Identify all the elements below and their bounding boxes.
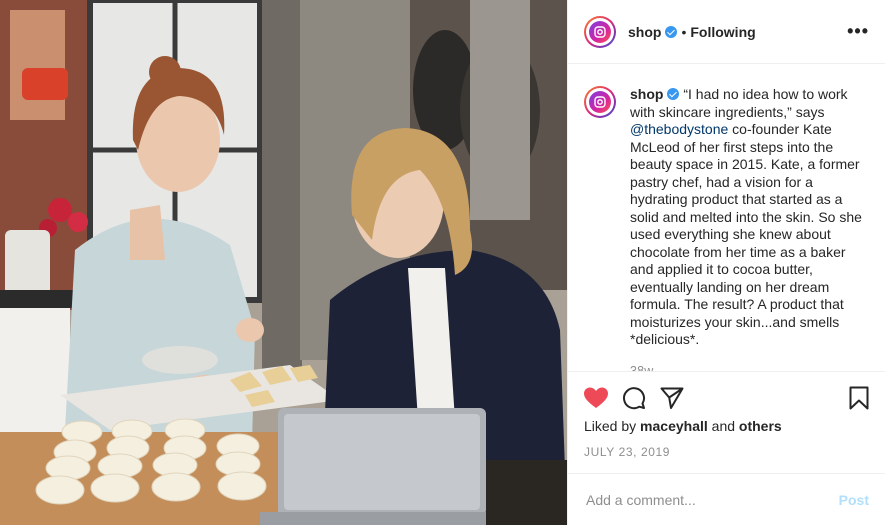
shop-logo-icon — [589, 91, 611, 113]
share-direct-icon[interactable] — [660, 387, 684, 409]
liked-by-and: and — [707, 418, 739, 434]
post-header: shop • Following ••• — [568, 0, 885, 64]
avatar[interactable] — [584, 15, 616, 48]
caption-text: shop “I had no idea how to work with ski… — [630, 86, 869, 349]
actions-section: Liked by maceyhall and others JULY 23, 2… — [568, 371, 885, 473]
comment-bar: Post — [568, 473, 885, 525]
post-photo[interactable] — [0, 0, 567, 525]
shop-logo-icon — [589, 20, 611, 43]
more-options-icon[interactable]: ••• — [847, 21, 869, 42]
post-date[interactable]: JULY 23, 2019 — [584, 445, 869, 459]
caption-username[interactable]: shop — [630, 86, 663, 102]
caption-mention-link[interactable]: @thebodystone — [630, 121, 728, 137]
liked-by-prefix: Liked by — [584, 418, 641, 434]
caption-section: shop “I had no idea how to work with ski… — [568, 64, 885, 371]
caption-body: shop “I had no idea how to work with ski… — [630, 86, 869, 371]
post-side-panel: shop • Following ••• shop “I had no idea… — [567, 0, 885, 525]
header-username[interactable]: shop — [628, 24, 661, 40]
caption-avatar[interactable] — [584, 86, 616, 118]
caption-age[interactable]: 38w — [630, 363, 869, 372]
post-comment-button[interactable]: Post — [839, 492, 869, 508]
liked-by-others-link[interactable]: others — [739, 418, 782, 434]
bookmark-save-icon[interactable] — [849, 386, 869, 410]
action-icons — [584, 382, 869, 414]
comment-bubble-icon[interactable] — [622, 386, 646, 410]
post-photo-illustration — [0, 0, 567, 525]
caption-text-part-2: co-founder Kate McLeod of her first step… — [630, 121, 862, 347]
following-button[interactable]: Following — [690, 24, 755, 40]
header-separator: • — [681, 23, 687, 40]
liked-by-user-link[interactable]: maceyhall — [640, 418, 708, 434]
like-heart-icon[interactable] — [584, 387, 608, 409]
verified-badge-icon — [667, 88, 680, 100]
comment-input[interactable] — [584, 490, 839, 509]
likes-summary: Liked by maceyhall and others — [584, 418, 869, 434]
post-dialog: shop • Following ••• shop “I had no idea… — [0, 0, 885, 525]
verified-badge-icon — [665, 25, 678, 38]
